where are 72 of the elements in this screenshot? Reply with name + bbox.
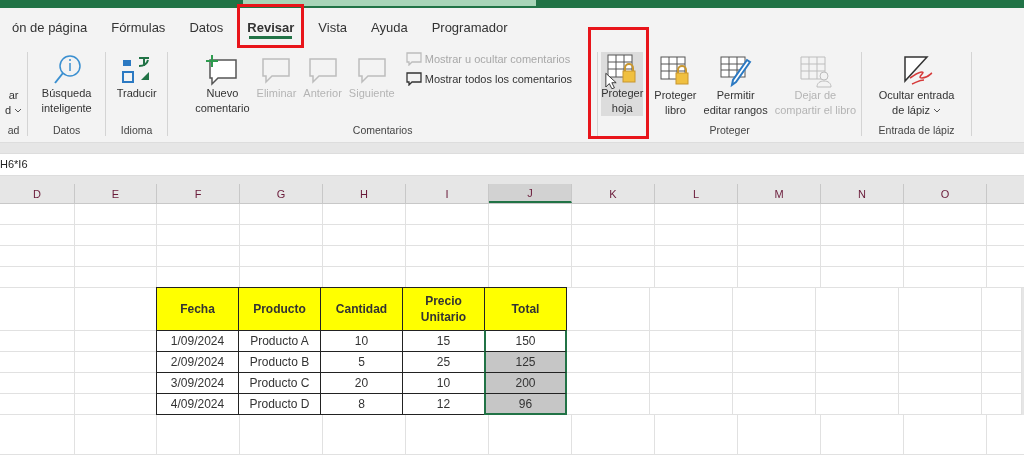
command-label: Traducir (116, 85, 157, 101)
header-cell: Total (484, 287, 567, 331)
group-label: Comentarios (351, 124, 414, 137)
table-cell: 12 (402, 393, 485, 415)
ribbon-command[interactable]: Mostrar todos los comentarios (403, 69, 575, 88)
ribbon-tab[interactable]: ón de página (0, 7, 100, 48)
command-label: Eliminar (256, 85, 297, 101)
table-cell: 150 (484, 330, 567, 352)
ribbon-command[interactable]: Permitir editar rangos (701, 51, 770, 120)
table-cell: 20 (320, 372, 403, 394)
search-icon (51, 53, 82, 86)
command-label: ar d (5, 87, 23, 118)
group-label: Proteger (708, 124, 751, 137)
table-cell: 3/09/2024 (156, 372, 239, 394)
group-label: ad (6, 124, 21, 137)
table-cell: 4/09/2024 (156, 393, 239, 415)
grid-cell (987, 225, 1024, 246)
command-label: Búsqueda inteligente (41, 85, 92, 116)
dropdown-caret-icon (933, 107, 941, 114)
ribbon-command[interactable]: Nuevo comentario (193, 51, 252, 118)
command-label: Proteger libro (654, 87, 697, 118)
table-cell: 10 (402, 372, 485, 394)
group-label: Datos (51, 124, 82, 137)
sheet-pencil-icon (717, 53, 754, 88)
ribbon-tab[interactable]: Programador (419, 7, 520, 48)
header-cell: Precio Unitario (402, 287, 485, 331)
dropdown-caret-icon (14, 107, 23, 114)
table-cell: Producto B (238, 351, 321, 373)
table-cell: 8 (320, 393, 403, 415)
table-cell: 96 (484, 393, 567, 415)
command-label: Nuevo comentario (195, 85, 250, 116)
sheet-user-icon (798, 53, 833, 88)
header-cell: Cantidad (320, 287, 403, 331)
table-cell: 1/09/2024 (156, 330, 239, 352)
highlight-frame (237, 3, 305, 48)
command-label: Dejar de compartir el libro (774, 87, 857, 118)
ribbon-command[interactable]: Búsqueda inteligente (39, 51, 94, 118)
header-cell: Fecha (156, 287, 239, 331)
group-label: Entrada de lápiz (877, 124, 956, 137)
table-cell: Producto A (238, 330, 321, 352)
ribbon-tab[interactable]: Vista (306, 7, 359, 48)
table-cell: Producto C (238, 372, 321, 394)
mouse-cursor-icon (605, 71, 618, 90)
table-cell: 25 (402, 351, 485, 373)
ribbon-tab[interactable]: Revisar (235, 7, 307, 48)
header-cell: Producto (238, 287, 321, 331)
grid-cell (987, 246, 1024, 267)
ribbon-command[interactable]: Ocultar entrada de lápiz (876, 51, 957, 120)
column-header[interactable]: J (489, 184, 572, 203)
formula-text: H6*I6 (0, 158, 28, 171)
command-label: Permitir editar rangos (703, 87, 768, 118)
table-cell: 15 (402, 330, 485, 352)
table-cell: Producto D (238, 393, 321, 415)
ribbon-tab[interactable]: Datos (177, 7, 236, 48)
comment-icon (405, 71, 422, 86)
command-label: Anterior (303, 85, 342, 101)
command-label: Siguiente (348, 85, 395, 101)
command-label: Proteger hoja (601, 85, 644, 116)
table-cell: 5 (320, 351, 403, 373)
comment-icon (405, 51, 422, 66)
table-cell: 125 (484, 351, 567, 373)
table-cell: 10 (320, 330, 403, 352)
table-cell: 2/09/2024 (156, 351, 239, 373)
ribbon-tab[interactable]: Ayuda (359, 7, 420, 48)
table-cell: 200 (484, 372, 567, 394)
group-label: Idioma (119, 124, 154, 137)
ribbon-command[interactable]: Proteger libro (652, 51, 699, 120)
ribbon-command[interactable]: ar d (3, 51, 25, 120)
ribbon-tab[interactable]: Fórmulas (99, 7, 178, 48)
command-label: Ocultar entrada de lápiz (878, 87, 955, 118)
formula-bar[interactable]: H6*I6 (0, 152, 1024, 176)
ribbon-command[interactable]: Traducir (114, 51, 159, 103)
